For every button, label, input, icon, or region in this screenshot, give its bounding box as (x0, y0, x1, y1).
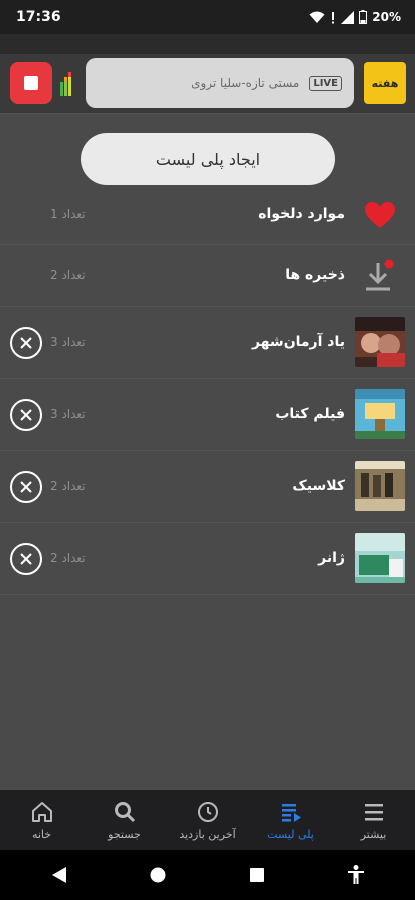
playlist-row-favorites[interactable]: موارد دلخواه تعداد 1 (0, 185, 415, 245)
playlist-count: تعداد 3 (50, 335, 86, 349)
playlist-row[interactable]: تعداد 3 یاد آرمان‌شهر (0, 307, 415, 379)
recents-button[interactable] (237, 855, 277, 895)
now-playing-bar[interactable]: مستی تازه-سلیا تروی LIVE (86, 58, 354, 108)
nav-search[interactable]: جستجو (83, 800, 166, 841)
stop-button[interactable] (10, 62, 52, 104)
playlist-row[interactable]: تعداد 2 کلاسیک (0, 451, 415, 523)
playlist-row[interactable]: تعداد 2 ژانر (0, 523, 415, 595)
nav-search-label: جستجو (108, 827, 141, 841)
playlist-name: موارد دلخواه (258, 206, 345, 222)
back-button[interactable] (39, 855, 79, 895)
search-icon (114, 801, 135, 822)
playlist-name: ژانر (318, 550, 345, 566)
alert-icon (332, 11, 335, 23)
playlist-count: تعداد 1 (50, 207, 86, 221)
signal-icon (341, 10, 355, 24)
history-icon (197, 801, 218, 822)
live-badge: LIVE (309, 75, 342, 91)
album-thumbnail (355, 317, 405, 367)
equalizer-icon (60, 72, 71, 96)
station-logo-text: هفته (371, 76, 399, 90)
nav-more-label: بیشتر (360, 827, 387, 841)
playlist-name: یاد آرمان‌شهر (251, 334, 345, 350)
player-bar: مستی تازه-سلیا تروی LIVE هفته (0, 54, 415, 114)
create-playlist-button[interactable]: ایجاد پلی لیست (81, 133, 335, 185)
close-icon (20, 337, 32, 349)
recents-icon (249, 868, 264, 882)
nav-recent[interactable]: آخرین بازدید (166, 800, 249, 841)
accessibility-button[interactable] (336, 855, 376, 895)
back-icon (52, 867, 67, 883)
battery-icon (359, 10, 368, 24)
nav-playlist-label: پلی لیست (267, 827, 314, 841)
remove-playlist-button[interactable] (10, 471, 42, 503)
system-nav-bar (0, 850, 415, 900)
close-icon (20, 409, 32, 421)
remove-playlist-button[interactable] (10, 543, 42, 575)
remove-playlist-button[interactable] (10, 399, 42, 431)
album-thumbnail (355, 533, 405, 583)
home-icon (31, 801, 52, 822)
album-thumbnail (355, 389, 405, 439)
status-bar: 17:36 20% (0, 0, 415, 34)
station-logo[interactable]: هفته (364, 62, 406, 104)
stop-icon (24, 76, 38, 90)
download-icon (366, 259, 394, 291)
playlist-name: ذخیره ها (285, 267, 345, 283)
nav-home[interactable]: خانه (0, 800, 83, 841)
playlist-count: تعداد 2 (50, 268, 86, 282)
playlist-icon (281, 803, 301, 822)
menu-icon (364, 803, 383, 820)
status-time: 17:36 (16, 9, 61, 25)
playlist-count: تعداد 2 (50, 479, 86, 493)
status-icons: 20% (309, 10, 401, 24)
accessibility-icon (347, 865, 364, 884)
playlist-name: فیلم کتاب (275, 406, 345, 422)
playlist-row-downloads[interactable]: ذخیره ها تعداد 2 (0, 245, 415, 307)
nav-recent-label: آخرین بازدید (179, 827, 236, 841)
now-playing-title: مستی تازه-سلیا تروی (191, 76, 300, 90)
album-thumbnail (355, 461, 405, 511)
battery-level: 20% (372, 10, 401, 24)
playlist-name: کلاسیک (292, 478, 345, 494)
app-top-strip (0, 34, 415, 54)
heart-icon (365, 202, 395, 228)
playlist-row[interactable]: تعداد 3 فیلم کتاب (0, 379, 415, 451)
playlist-count: تعداد 3 (50, 407, 86, 421)
nav-more[interactable]: بیشتر (332, 800, 415, 841)
bottom-nav: خانه جستجو آخرین بازدید پلی لیست بیشتر (0, 790, 415, 850)
home-circle-icon (150, 867, 166, 883)
nav-home-label: خانه (31, 827, 52, 841)
close-icon (20, 481, 32, 493)
wifi-icon (309, 11, 325, 23)
home-system-button[interactable] (138, 855, 178, 895)
remove-playlist-button[interactable] (10, 327, 42, 359)
nav-playlist[interactable]: پلی لیست (249, 800, 332, 841)
close-icon (20, 553, 32, 565)
create-playlist-label: ایجاد پلی لیست (155, 149, 261, 169)
playlist-count: تعداد 2 (50, 551, 86, 565)
